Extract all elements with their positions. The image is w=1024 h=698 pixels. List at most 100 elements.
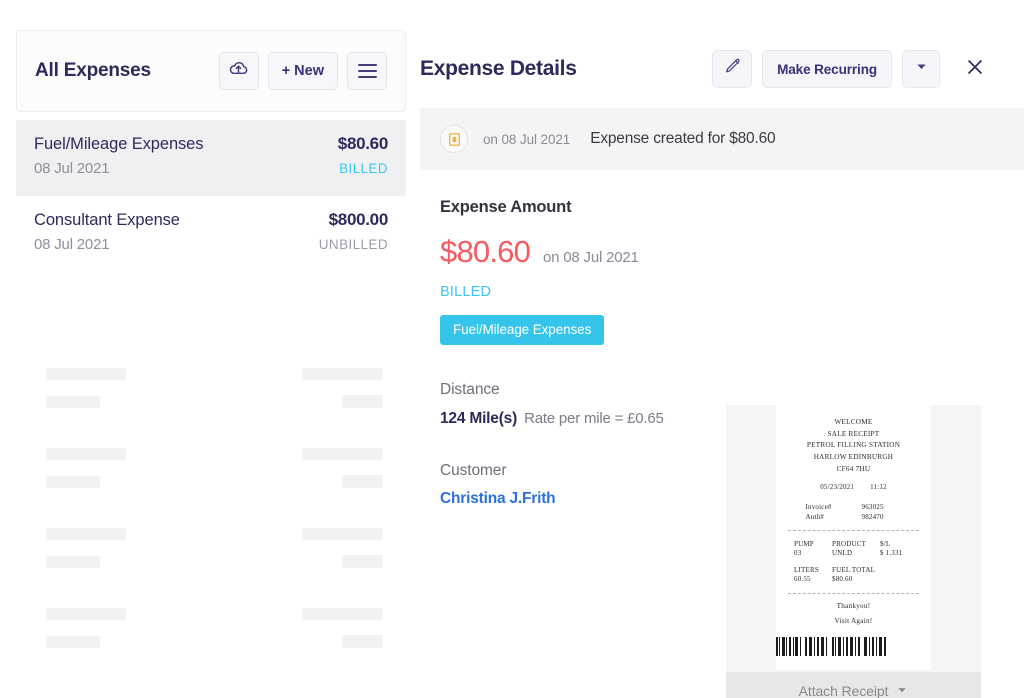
chevron-down-icon <box>915 60 928 78</box>
skeleton-bar <box>46 636 100 648</box>
expense-list-panel: All Expenses + New Fuel/Mileage Expenses… <box>16 30 406 670</box>
receipt-auth-row: Auth# 982470 <box>776 513 931 521</box>
receipt-line-city: HARLOW EDINBURGH <box>813 452 894 461</box>
td-pump: 03 <box>794 549 802 558</box>
skeleton-placeholder-list <box>16 362 406 682</box>
expense-amount-label: Expense Amount <box>440 198 572 216</box>
hamburger-menu-icon <box>357 63 377 79</box>
expense-detail-body: Expense Amount $80.60 on 08 Jul 2021 BIL… <box>420 170 1024 698</box>
expense-app-window: All Expenses + New Fuel/Mileage Expenses… <box>0 0 1024 698</box>
expense-list-item[interactable]: Consultant Expense $800.00 08 Jul 2021 UNBI… <box>16 196 406 272</box>
barcode-icon <box>776 636 886 656</box>
upload-expense-button[interactable] <box>218 52 259 90</box>
skeleton-row <box>16 442 406 522</box>
skeleton-bar <box>46 448 126 460</box>
skeleton-bar <box>302 528 383 540</box>
receipt-table-header-1: PUMP PRODUCT $/L <box>794 540 931 548</box>
expense-item-date: 08 Jul 2021 <box>34 160 110 177</box>
expense-list: Fuel/Mileage Expenses $80.60 08 Jul 2021 BI… <box>16 120 406 670</box>
status-badge: BILLED <box>440 284 492 300</box>
td-liters: 60.55 <box>794 575 811 584</box>
pencil-edit-icon <box>724 58 741 80</box>
new-expense-button[interactable]: + New <box>267 52 338 90</box>
activity-log-bar: on 08 Jul 2021 Expense created for $80.6… <box>420 108 1024 170</box>
skeleton-bar <box>342 395 383 408</box>
make-recurring-button[interactable]: Make Recurring <box>762 50 892 88</box>
th-product: PRODUCT <box>832 540 867 549</box>
skeleton-bar <box>342 475 383 488</box>
activity-text: Expense created for $80.60 <box>590 130 776 147</box>
attach-receipt-button[interactable]: Attach Receipt <box>726 672 981 698</box>
expense-item-status: UNBILLED <box>318 237 388 252</box>
receipt-line-sale-receipt: SALE RECEIPT <box>827 429 880 438</box>
receipt-divider-bottom <box>788 593 919 595</box>
distance-label: Distance <box>440 381 500 398</box>
receipt-table-row-1: 03 UNLD $ 1.331 <box>794 549 931 557</box>
expense-amount-value: $80.60 <box>440 234 531 269</box>
receipt-image[interactable]: WELCOME SALE RECEIPT PETROL FILLING STAT… <box>776 405 931 670</box>
receipt-datetime: 05/23/2021 11:12 <box>776 483 931 491</box>
expense-amount-date: on 08 Jul 2021 <box>543 249 639 266</box>
document-note-icon <box>440 125 468 153</box>
distance-rate: Rate per mile = £0.65 <box>524 410 664 427</box>
close-panel-button[interactable] <box>962 56 988 82</box>
expense-details-title: Expense Details <box>420 57 577 80</box>
distance-value: 124 Mile(s) <box>440 410 518 427</box>
skeleton-bar <box>342 635 383 648</box>
skeleton-bar <box>302 608 383 620</box>
more-actions-dropdown-button[interactable] <box>902 50 940 88</box>
receipt-thanks: Thankyou! <box>836 602 871 611</box>
expense-list-header: All Expenses + New <box>16 30 406 112</box>
th-pump: PUMP <box>794 540 814 549</box>
activity-date: on 08 Jul 2021 <box>483 131 571 147</box>
expense-list-item[interactable]: Fuel/Mileage Expenses $80.60 08 Jul 2021 BI… <box>16 120 406 196</box>
receipt-auth-value: 982470 <box>861 513 884 522</box>
receipt-invoice-key: Invoice# <box>805 503 832 512</box>
attach-receipt-label: Attach Receipt <box>798 683 889 698</box>
skeleton-row <box>16 522 406 602</box>
expense-details-panel: Expense Details Make Recurring on 08 Jul… <box>420 30 1024 698</box>
edit-expense-button[interactable] <box>712 50 753 88</box>
skeleton-bar <box>46 476 100 488</box>
expense-item-status: BILLED <box>339 161 388 176</box>
receipt-invoice-value: 963025 <box>861 503 884 512</box>
list-menu-button[interactable] <box>347 52 387 90</box>
receipt-preview-card: WELCOME SALE RECEIPT PETROL FILLING STAT… <box>726 405 981 698</box>
expense-amount-row: $80.60 on 08 Jul 2021 <box>440 234 1024 270</box>
receipt-invoice-row: Invoice# 963025 <box>776 503 931 511</box>
page-title: All Expenses <box>35 60 151 81</box>
close-x-icon <box>964 56 986 83</box>
th-fuel-total: FUEL TOTAL <box>832 566 876 575</box>
chevron-down-icon <box>896 683 908 698</box>
skeleton-bar <box>342 555 383 568</box>
receipt-line-station: PETROL FILLING STATION <box>806 441 901 450</box>
skeleton-bar <box>302 448 383 460</box>
skeleton-bar <box>46 556 100 568</box>
receipt-table-header-2: LITERS FUEL TOTAL <box>794 566 931 574</box>
receipt-time: 11:12 <box>870 483 887 492</box>
skeleton-row <box>16 362 406 442</box>
receipt-divider-top <box>788 530 919 532</box>
expense-item-date: 08 Jul 2021 <box>34 236 110 253</box>
expense-item-name: Consultant Expense <box>34 211 180 229</box>
expense-details-header: Expense Details Make Recurring <box>420 30 1024 108</box>
td-product: UNLD <box>832 549 853 558</box>
receipt-auth-key: Auth# <box>805 513 824 522</box>
skeleton-bar <box>46 368 126 380</box>
th-liters: LITERS <box>794 566 819 575</box>
cloud-upload-icon <box>228 58 249 84</box>
td-fuel-total: $80.60 <box>832 575 853 584</box>
skeleton-bar <box>302 368 383 380</box>
td-rate: $ 1.331 <box>880 549 903 558</box>
skeleton-bar <box>46 608 126 620</box>
expense-item-amount: $800.00 <box>328 210 389 229</box>
expense-item-amount: $80.60 <box>337 134 389 153</box>
receipt-table-row-2: 60.55 $80.60 <box>794 575 931 583</box>
expense-item-name: Fuel/Mileage Expenses <box>34 135 204 153</box>
expense-category-chip[interactable]: Fuel/Mileage Expenses <box>440 315 605 345</box>
receipt-table: PUMP PRODUCT $/L 03 UNLD $ 1.331 LITERS … <box>794 540 931 583</box>
skeleton-row <box>16 602 406 682</box>
receipt-visit-again: Visit Again! <box>834 616 873 625</box>
skeleton-bar <box>46 396 100 408</box>
receipt-date: 05/23/2021 <box>820 483 855 492</box>
